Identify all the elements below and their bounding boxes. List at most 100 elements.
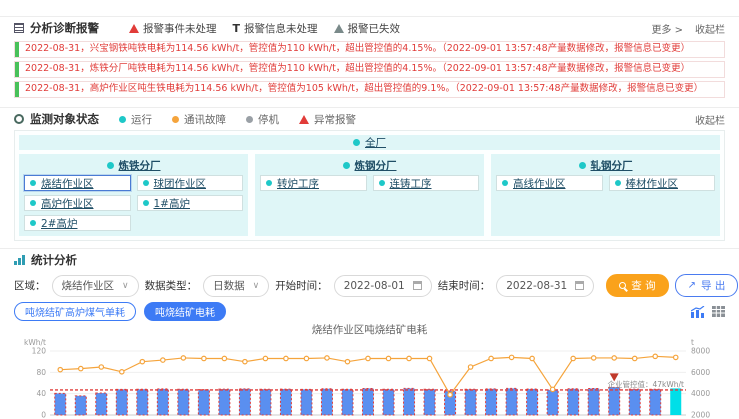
monitor-area-label: 高炉作业区 [41,196,94,211]
monitor-area-item[interactable]: 高线作业区 [496,175,603,191]
export-icon: ↗ [688,281,696,291]
plant-root-node[interactable]: 全厂 [19,135,720,150]
alarm-panel-header: 分析诊断报警 报警事件未处理 T 报警信息未处理 报警已失效 更多 > 收起栏 [0,17,739,39]
stats-panel-title: 统计分析 [31,252,77,268]
status-legend-icon [246,116,253,123]
monitor-area-item[interactable]: 连铸工序 [373,175,480,191]
alarm-filter-label: 报警事件未处理 [143,21,217,36]
alarm-filter-item[interactable]: T 报警信息未处理 [233,21,318,36]
calendar-icon [575,281,584,290]
running-status-dot [107,162,114,169]
svg-text:40: 40 [36,389,46,398]
plant-root-label[interactable]: 全厂 [365,135,386,150]
monitor-area-label: 2#高炉 [41,216,77,231]
alarm-list: 2022-08-31，兴宝钢铁吨铁电耗为114.56 kWh/t，管控值为110… [0,39,739,107]
start-date-input[interactable]: 2022-08-01 [334,275,432,297]
running-status-dot [353,139,360,146]
status-legend-item: 运行 [119,112,152,127]
monitor-area-item[interactable]: 转炉工序 [260,175,367,191]
alarm-filter-item[interactable]: 报警已失效 [334,21,401,36]
svg-text:8000: 8000 [691,347,710,356]
chart-view-icon[interactable] [691,306,705,318]
monitor-area-item[interactable]: 2#高炉 [24,215,131,231]
search-icon [619,282,626,289]
alarm-message-row[interactable]: 2022-08-31，高炉作业区吨生铁电耗为114.56 kWh/t，管控值为1… [14,81,725,98]
alarm-filter-label: 报警已失效 [348,21,401,36]
datatype-label: 数据类型： [145,278,198,293]
status-legend-icon [299,115,309,124]
monitor-area-item[interactable]: 球团作业区 [137,175,244,191]
svg-text:0: 0 [41,411,46,419]
alarm-message-row[interactable]: 2022-08-31，兴宝钢铁吨铁电耗为114.56 kWh/t，管控值为110… [14,41,725,58]
alarm-filter-item[interactable]: 报警事件未处理 [129,21,217,36]
datatype-value: 日数据 [213,278,245,293]
region-value: 烧结作业区 [62,278,115,293]
monitor-tree: 全厂 炼铁分厂 烧结作业区 球团作业区 高炉作业区 1#高炉 2#高炉 炼钢分厂… [14,130,725,241]
status-legend-label: 停机 [258,112,279,127]
plant-group-header[interactable]: 炼钢分厂 [260,158,479,172]
status-legend-label: 通讯故障 [184,112,226,127]
monitor-area-label: 烧结作业区 [41,176,94,191]
svg-text:t: t [691,338,694,347]
status-legend-item: 异常报警 [299,112,356,127]
region-select[interactable]: 烧结作业区 ∨ [52,275,139,297]
running-status-dot [30,220,36,226]
monitor-area-label: 1#高炉 [154,196,190,211]
monitor-area-item[interactable]: 1#高炉 [137,195,244,211]
monitor-area-item[interactable]: 棒材作业区 [609,175,716,191]
collapse-bar-link[interactable]: 收起栏 [695,21,725,36]
plant-group-label[interactable]: 炼铁分厂 [119,158,161,173]
status-legend: 运行 通讯故障 停机 异常报警 [119,112,356,127]
status-legend-label: 异常报警 [314,112,356,127]
plant-group-label[interactable]: 炼钢分厂 [355,158,397,173]
svg-text:4000: 4000 [691,389,710,398]
running-status-dot [379,180,385,186]
monitor-area-item[interactable]: 烧结作业区 [24,175,131,191]
end-time-label: 结束时间： [438,278,491,293]
stats-panel: 统计分析 区域： 烧结作业区 ∨ 数据类型： 日数据 ∨ 开始时间： 2022-… [0,248,739,419]
plant-group: 轧钢分厂 高线作业区 棒材作业区 [491,154,720,236]
svg-text:2000: 2000 [691,411,710,419]
plant-group: 炼钢分厂 转炉工序 连铸工序 [255,154,484,236]
chevron-down-icon: ∨ [253,281,260,291]
alarm-filter-bar: 报警事件未处理 T 报警信息未处理 报警已失效 [129,21,400,36]
running-status-dot [615,180,621,186]
alarm-filter-icon [129,24,139,33]
running-status-dot [143,180,149,186]
end-date-input[interactable]: 2022-08-31 [496,275,594,297]
metric-tab[interactable]: 吨烧结矿电耗 [144,302,226,321]
alarm-filter-label: 报警信息未处理 [244,21,318,36]
stats-panel-header: 统计分析 [0,249,739,271]
plant-group-label[interactable]: 轧钢分厂 [591,158,633,173]
start-time-label: 开始时间： [275,278,328,293]
status-panel-header: 监测对象状态 运行 通讯故障 停机 异常报警 收起栏 [0,108,739,130]
monitor-area-item[interactable]: 高炉作业区 [24,195,131,211]
chevron-down-icon: ∨ [122,281,129,291]
dashboard-page: 分析诊断报警 报警事件未处理 T 报警信息未处理 报警已失效 更多 > 收起栏 … [0,0,739,419]
svg-text:80: 80 [36,368,46,377]
alarm-message-text: 2022-08-31，高炉作业区吨生铁电耗为114.56 kWh/t，管控值为1… [25,83,703,94]
plant-group-header[interactable]: 轧钢分厂 [496,158,715,172]
table-view-icon[interactable] [712,306,725,317]
plant-group-items: 转炉工序 连铸工序 [260,175,479,191]
running-status-dot [579,162,586,169]
chart-block: 烧结作业区吨烧结矿电耗 040801202000400060008000kWh/… [14,323,725,419]
status-header-links: 收起栏 [695,112,725,127]
query-button[interactable]: 查 询 [606,274,668,297]
plant-group-items: 烧结作业区 球团作业区 高炉作业区 1#高炉 2#高炉 [24,175,243,231]
export-button[interactable]: ↗ 导 出 [675,274,739,297]
status-legend-item: 停机 [246,112,279,127]
more-link[interactable]: 更多 > [651,21,683,36]
datatype-select[interactable]: 日数据 ∨ [203,275,269,297]
running-status-dot [343,162,350,169]
alarm-message-text: 2022-08-31，兴宝钢铁吨铁电耗为114.56 kWh/t，管控值为110… [25,43,690,54]
alarm-filter-icon [334,24,344,33]
plant-group-header[interactable]: 炼铁分厂 [24,158,243,172]
status-legend-icon [119,116,126,123]
alarm-filter-icon: T [233,22,241,35]
end-date-value: 2022-08-31 [506,280,567,292]
metric-tab[interactable]: 吨烧结矿高炉煤气单耗 [14,302,136,321]
alarm-message-row[interactable]: 2022-08-31，炼铁分厂吨铁电耗为114.56 kWh/t，管控值为110… [14,61,725,78]
statistics-chart[interactable]: 040801202000400060008000kWh/tt企业管控值：47kW… [14,337,725,419]
status-collapse-link[interactable]: 收起栏 [695,112,725,127]
